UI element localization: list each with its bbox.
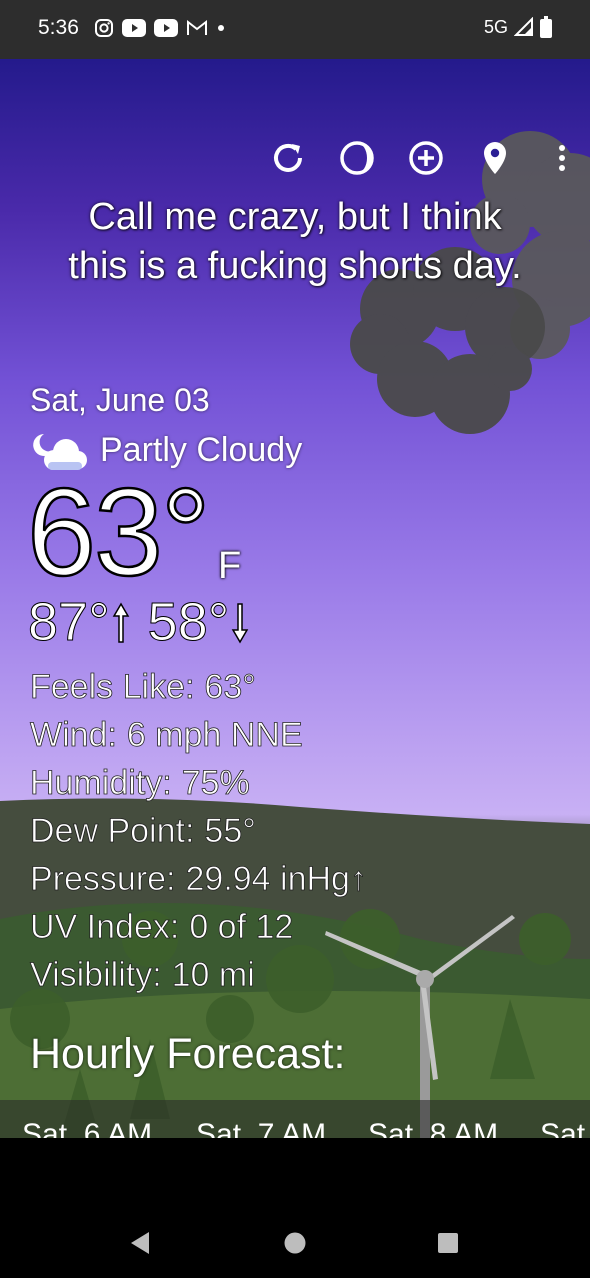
forecast-date: Sat, June 03 [30,382,210,418]
hourly-item[interactable]: Sat, 6 AM [22,1118,152,1138]
detail-pressure: Pressure: 29.94 inHg↑ [30,855,368,903]
detail-wind: Wind: 6 mph NNE [30,711,367,759]
back-icon[interactable] [128,1230,152,1256]
youtube-icon [154,19,178,37]
hourly-item[interactable]: Sat, 7 AM [196,1118,326,1138]
detail-value: 55° [204,812,256,851]
refresh-icon [274,143,302,172]
weather-details: Feels Like: 63° Wind: 6 mph NNE Humidity: 7… [30,663,368,999]
hourly-item[interactable]: Sat, [540,1118,590,1138]
theme-icon [340,141,374,175]
hourly-item[interactable]: Sat, 8 AM [368,1118,498,1138]
signal-icon [514,17,533,36]
weather-background: Call me crazy, but I think this is a fuc… [0,59,590,1138]
detail-label: Wind: [30,716,118,755]
detail-label: Feels Like: [30,668,195,707]
add-location-icon [409,141,443,175]
detail-label: Visibility: [30,956,162,995]
detail-value: 0 of 12 [189,908,294,947]
detail-humidity: Humidity: 75% [30,759,367,807]
notification-icons [94,18,226,38]
detail-value: 6 mph NNE [126,716,304,755]
status-time: 5:36 [38,16,79,39]
system-icons: 5G [484,16,552,38]
quote-line-1: Call me crazy, but I think [88,196,502,238]
detail-uv-index: UV Index: 0 of 12 [30,903,367,951]
detail-label: Pressure: [30,860,176,899]
detail-feels-like: Feels Like: 63° [30,663,367,711]
arrow-up-icon [112,602,129,643]
current-temperature: 63° [26,464,212,602]
location-pin-icon [484,142,506,174]
detail-dew-point: Dew Point: 55° [30,807,367,855]
detail-label: Dew Point: [30,812,195,851]
detail-value: 63° [204,668,256,707]
more-vert-icon [559,145,565,171]
weather-quote: Call me crazy, but I think this is a fuc… [0,193,590,291]
network-type: 5G [483,16,508,37]
location-button[interactable] [476,139,514,177]
navigation-bar [0,1138,590,1278]
hourly-forecast-title: Hourly Forecast: [30,1030,346,1078]
theme-button[interactable] [338,139,376,177]
detail-value: 29.94 inHg↑ [185,860,367,899]
instagram-icon [95,19,113,37]
detail-label: UV Index: [30,908,180,947]
toolbar [238,139,572,177]
home-icon[interactable] [283,1231,307,1255]
high-temperature: 87° [28,592,111,653]
arrow-down-icon [232,603,249,644]
battery-icon [540,16,552,38]
detail-value: 10 mi [171,956,255,995]
recents-icon[interactable] [437,1232,459,1254]
gmail-icon [187,19,207,35]
youtube-icon [122,19,146,37]
high-low-temperature: 87° 58° [28,591,267,653]
temperature-unit: F [218,545,242,587]
dot-icon [218,25,224,31]
refresh-button[interactable] [269,139,307,177]
hourly-forecast-strip[interactable]: Sat, 6 AM Sat, 7 AM Sat, 8 AM Sat, [0,1100,590,1138]
low-temperature: 58° [147,592,230,653]
add-location-button[interactable] [407,139,445,177]
status-bar: 5:36 5G [0,0,590,59]
quote-line-2: this is a fucking shorts day. [68,245,522,287]
detail-visibility: Visibility: 10 mi [30,951,367,999]
more-options-button[interactable] [552,139,572,177]
detail-value: 75% [181,764,250,803]
detail-label: Humidity: [30,764,173,803]
